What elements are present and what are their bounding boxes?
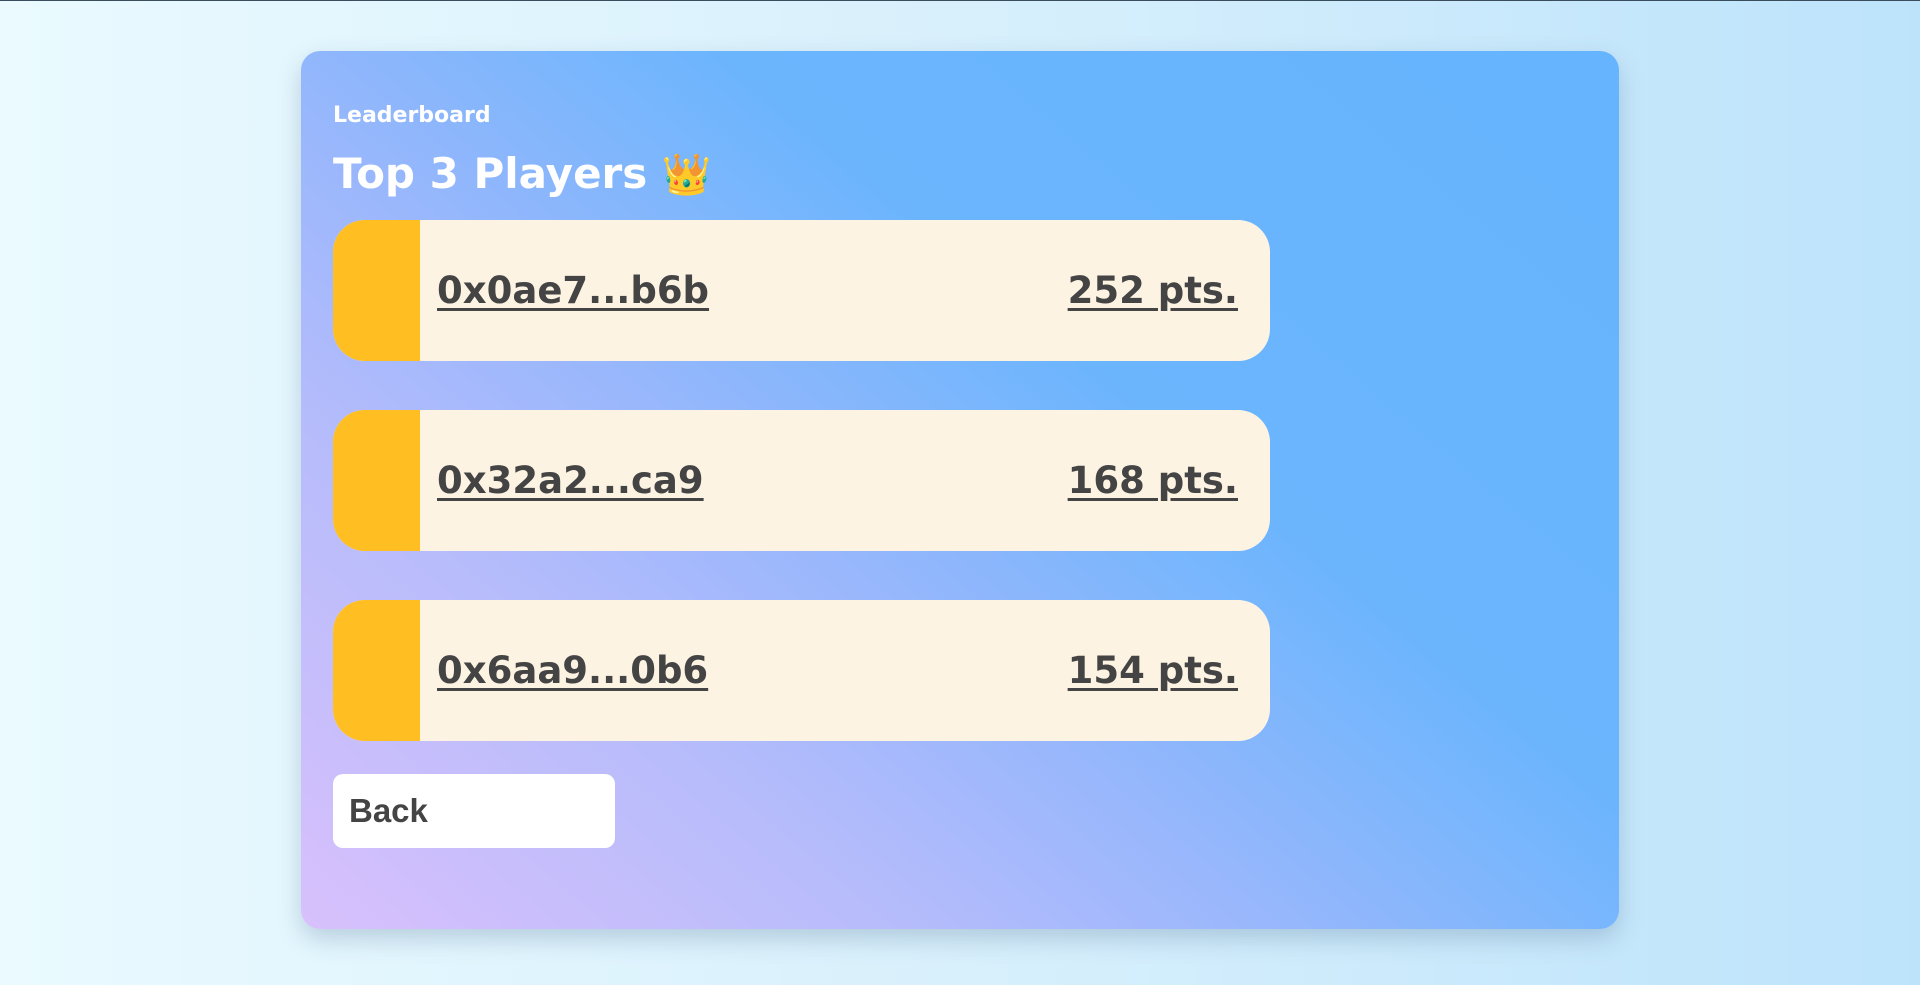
page-title: Top 3 Players 👑 — [333, 149, 712, 198]
player-points-link[interactable]: 154 pts. — [1068, 649, 1238, 692]
rank-stripe — [333, 220, 420, 361]
player-address-link[interactable]: 0x32a2...ca9 — [437, 459, 704, 502]
leaderboard-list: 0x0ae7...b6b 252 pts. 0x32a2...ca9 168 p… — [333, 220, 1270, 790]
leaderboard-card: Leaderboard Top 3 Players 👑 0x0ae7...b6b… — [301, 51, 1619, 929]
leaderboard-row-3[interactable]: 0x6aa9...0b6 154 pts. — [333, 600, 1270, 741]
player-points-link[interactable]: 168 pts. — [1068, 459, 1238, 502]
rank-stripe — [333, 600, 420, 741]
player-points-link[interactable]: 252 pts. — [1068, 269, 1238, 312]
leaderboard-row-2[interactable]: 0x32a2...ca9 168 pts. — [333, 410, 1270, 551]
page-title-text: Top 3 Players — [333, 149, 648, 198]
player-address-link[interactable]: 0x6aa9...0b6 — [437, 649, 708, 692]
player-address-link[interactable]: 0x0ae7...b6b — [437, 269, 709, 312]
back-button[interactable]: Back — [333, 774, 615, 848]
crown-icon: 👑 — [661, 152, 712, 198]
section-label: Leaderboard — [333, 103, 491, 128]
leaderboard-row-1[interactable]: 0x0ae7...b6b 252 pts. — [333, 220, 1270, 361]
window-top-border — [0, 0, 1920, 1]
rank-stripe — [333, 410, 420, 551]
